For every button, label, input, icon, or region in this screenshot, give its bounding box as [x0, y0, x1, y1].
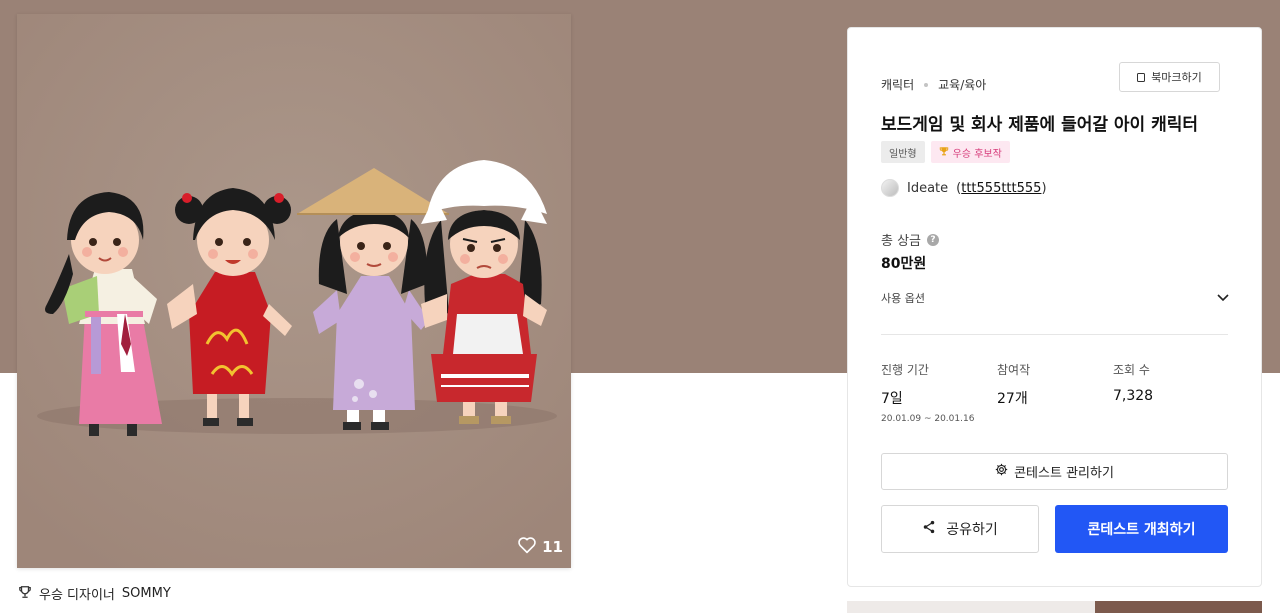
divider — [881, 334, 1228, 335]
candidate-badge: 우승 후보작 — [930, 141, 1010, 163]
stat-views-label: 조회 수 — [1113, 363, 1150, 377]
share-button[interactable]: 공유하기 — [881, 505, 1039, 553]
help-icon[interactable]: ? — [927, 233, 940, 246]
share-label: 공유하기 — [946, 522, 998, 538]
host-contest-label: 콘테스트 개최하기 — [1087, 522, 1196, 538]
host-handle-link[interactable]: ttt555ttt555 — [961, 181, 1041, 196]
host-contest-button[interactable]: 콘테스트 개최하기 — [1055, 505, 1228, 553]
candidate-badge-label: 우승 후보작 — [952, 148, 1002, 160]
manage-contest-button[interactable]: 콘테스트 관리하기 — [881, 453, 1228, 490]
prize-label: 총 상금 ? — [881, 230, 940, 249]
share-icon — [922, 520, 936, 538]
character-dutch — [421, 160, 547, 424]
prize-label-text: 총 상금 — [881, 234, 922, 249]
prize-value: 80만원 — [881, 256, 927, 272]
contest-info-card: 캐릭터 교육/육아 북마크하기 보드게임 및 회사 제품에 들어갈 아이 캐릭터… — [847, 27, 1262, 587]
bookmark-label: 북마크하기 — [1151, 71, 1202, 84]
contest-title: 보드게임 및 회사 제품에 들어갈 아이 캐릭터 — [881, 115, 1199, 135]
stat-views: 조회 수 7,328 — [1113, 361, 1229, 424]
avatar[interactable] — [881, 179, 899, 197]
contest-badges: 일반형 우승 후보작 — [881, 141, 1010, 163]
gear-icon — [995, 463, 1008, 480]
next-card-image — [1095, 601, 1262, 613]
breadcrumb-subcategory[interactable]: 교육/육아 — [938, 76, 986, 93]
bookmark-button[interactable]: 북마크하기 — [1119, 62, 1220, 92]
like-button[interactable]: 11 — [517, 536, 563, 558]
breadcrumb-category[interactable]: 캐릭터 — [881, 76, 914, 93]
like-count: 11 — [542, 538, 563, 556]
breadcrumb-separator — [924, 82, 929, 87]
usage-options-toggle[interactable]: 사용 옵션 — [881, 290, 1229, 306]
chevron-down-icon — [1217, 292, 1229, 305]
type-badge: 일반형 — [881, 141, 925, 163]
manage-contest-label: 콘테스트 관리하기 — [1014, 466, 1114, 481]
winner-label: 우승 디자이너 — [39, 588, 115, 603]
stat-entries: 참여작 27개 — [997, 361, 1113, 424]
usage-options-label: 사용 옵션 — [881, 292, 925, 305]
heart-icon — [517, 536, 537, 558]
stat-entries-label: 참여작 — [997, 363, 1031, 377]
breadcrumb: 캐릭터 교육/육아 — [881, 76, 986, 93]
winner-name[interactable]: SOMMY — [122, 586, 171, 601]
stat-period: 진행 기간 7일 20.01.09 ~ 20.01.16 — [881, 361, 997, 424]
stat-period-value: 7일 — [881, 391, 903, 407]
host-info: Ideate (ttt555ttt555) — [881, 179, 1047, 197]
stat-period-label: 진행 기간 — [881, 363, 929, 377]
stat-views-value: 7,328 — [1113, 388, 1154, 404]
contest-stats: 진행 기간 7일 20.01.09 ~ 20.01.16 참여작 27개 조회 … — [881, 361, 1229, 424]
winner-designer: 우승 디자이너 SOMMY — [18, 584, 171, 603]
stat-entries-value: 27개 — [997, 391, 1028, 407]
trophy-icon — [18, 585, 32, 603]
character-illustration — [17, 14, 571, 568]
host-name: Ideate — [907, 180, 949, 196]
bookmark-icon — [1137, 72, 1146, 82]
stat-period-range: 20.01.09 ~ 20.01.16 — [881, 414, 975, 424]
winning-artwork[interactable]: 11 — [17, 14, 571, 568]
host-handle-wrapper: (ttt555ttt555) — [956, 180, 1047, 196]
trophy-icon — [939, 146, 949, 159]
